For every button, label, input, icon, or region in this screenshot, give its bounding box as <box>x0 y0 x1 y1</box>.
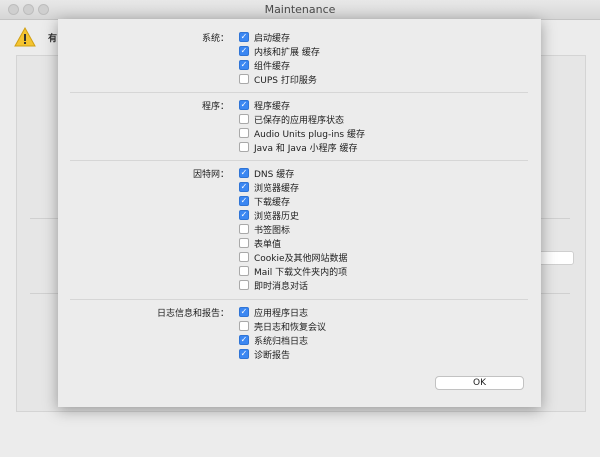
option-label: Java 和 Java 小程序 缓存 <box>254 143 358 154</box>
option-browser-cache[interactable]: ✓ 浏览器缓存 <box>239 180 299 194</box>
option-label: 下载缓存 <box>254 197 291 208</box>
option-label: 已保存的应用程序状态 <box>254 115 345 126</box>
option-audio-units-cache[interactable]: Audio Units plug-ins 缓存 <box>239 126 365 140</box>
option-component-cache[interactable]: ✓ 组件缓存 <box>239 58 290 72</box>
checkbox[interactable]: ✓ <box>239 168 249 178</box>
option-dns-cache[interactable]: ✓ DNS 缓存 <box>239 166 294 180</box>
checkbox[interactable]: ✓ <box>239 349 249 359</box>
option-label: DNS 缓存 <box>254 169 295 180</box>
background-divider <box>30 218 58 219</box>
checkbox[interactable] <box>239 114 249 124</box>
option-bookmark-icons[interactable]: 书签图标 <box>239 222 290 236</box>
checkbox[interactable] <box>239 266 249 276</box>
option-boot-cache[interactable]: ✓ 启动缓存 <box>239 30 290 44</box>
option-diagnostic-reports[interactable]: ✓ 诊断报告 <box>239 347 290 361</box>
checkbox[interactable] <box>239 128 249 138</box>
option-label: 即时消息对话 <box>254 281 309 292</box>
background-input[interactable] <box>536 251 574 265</box>
option-label: 表单值 <box>254 239 282 250</box>
option-label: 壳日志和恢复会议 <box>254 322 327 333</box>
option-label: 应用程序日志 <box>254 308 309 319</box>
option-label: CUPS 打印服务 <box>254 75 317 86</box>
section-divider <box>70 92 528 93</box>
group-label-system: 系统： <box>201 34 229 44</box>
option-label: 程序缓存 <box>254 101 291 112</box>
maintenance-options-sheet: 系统： ✓ 启动缓存 ✓ 内核和扩展 缓存 ✓ 组件缓存 CUPS 打印服务 程… <box>58 19 541 407</box>
group-label-logs: 日志信息和报告： <box>156 309 229 319</box>
option-label: 诊断报告 <box>254 350 291 361</box>
warning-icon <box>14 27 36 47</box>
checkbox[interactable] <box>239 252 249 262</box>
checkbox[interactable]: ✓ <box>239 210 249 220</box>
option-saved-app-state[interactable]: 已保存的应用程序状态 <box>239 112 344 126</box>
checkbox[interactable] <box>239 238 249 248</box>
title-bar: Maintenance <box>0 0 600 20</box>
checkbox[interactable]: ✓ <box>239 196 249 206</box>
section-divider <box>70 160 528 161</box>
option-im-conversations[interactable]: 即时消息对话 <box>239 278 308 292</box>
option-app-cache[interactable]: ✓ 程序缓存 <box>239 98 290 112</box>
option-app-logs[interactable]: ✓ 应用程序日志 <box>239 305 308 319</box>
checkbox[interactable] <box>239 321 249 331</box>
ok-button[interactable]: OK <box>435 376 524 390</box>
background-message: 有 <box>48 34 58 44</box>
option-label: Audio Units plug-ins 缓存 <box>254 129 365 140</box>
checkbox[interactable]: ✓ <box>239 182 249 192</box>
option-mail-downloads[interactable]: Mail 下载文件夹内的项 <box>239 264 347 278</box>
background-divider <box>30 293 58 294</box>
checkbox[interactable] <box>239 142 249 152</box>
option-java-cache[interactable]: Java 和 Java 小程序 缓存 <box>239 140 357 154</box>
checkbox[interactable] <box>239 224 249 234</box>
option-label: 内核和扩展 缓存 <box>254 47 320 58</box>
checkbox[interactable]: ✓ <box>239 32 249 42</box>
window-title: Maintenance <box>264 3 336 16</box>
option-label: Cookie及其他网站数据 <box>254 253 348 264</box>
option-browser-history[interactable]: ✓ 浏览器历史 <box>239 208 299 222</box>
checkbox[interactable]: ✓ <box>239 307 249 317</box>
section-divider <box>70 299 528 300</box>
background-divider <box>541 218 570 219</box>
checkbox[interactable]: ✓ <box>239 100 249 110</box>
option-label: 书签图标 <box>254 225 291 236</box>
checkbox[interactable]: ✓ <box>239 60 249 70</box>
option-cookies[interactable]: Cookie及其他网站数据 <box>239 250 348 264</box>
group-label-applications: 程序： <box>201 102 229 112</box>
option-label: Mail 下载文件夹内的项 <box>254 267 348 278</box>
option-kernel-extension-cache[interactable]: ✓ 内核和扩展 缓存 <box>239 44 320 58</box>
option-cups-print-service[interactable]: CUPS 打印服务 <box>239 72 317 86</box>
checkbox[interactable] <box>239 280 249 290</box>
option-label: 浏览器历史 <box>254 211 300 222</box>
checkbox[interactable]: ✓ <box>239 335 249 345</box>
option-system-archive-logs[interactable]: ✓ 系统归档日志 <box>239 333 308 347</box>
option-label: 启动缓存 <box>254 33 291 44</box>
checkbox[interactable] <box>239 74 249 84</box>
option-label: 系统归档日志 <box>254 336 309 347</box>
option-shell-logs[interactable]: 壳日志和恢复会议 <box>239 319 326 333</box>
group-label-internet: 因特网： <box>192 170 229 180</box>
option-label: 浏览器缓存 <box>254 183 300 194</box>
option-label: 组件缓存 <box>254 61 291 72</box>
option-form-values[interactable]: 表单值 <box>239 236 281 250</box>
background-divider <box>541 293 570 294</box>
checkbox[interactable]: ✓ <box>239 46 249 56</box>
option-download-cache[interactable]: ✓ 下载缓存 <box>239 194 290 208</box>
